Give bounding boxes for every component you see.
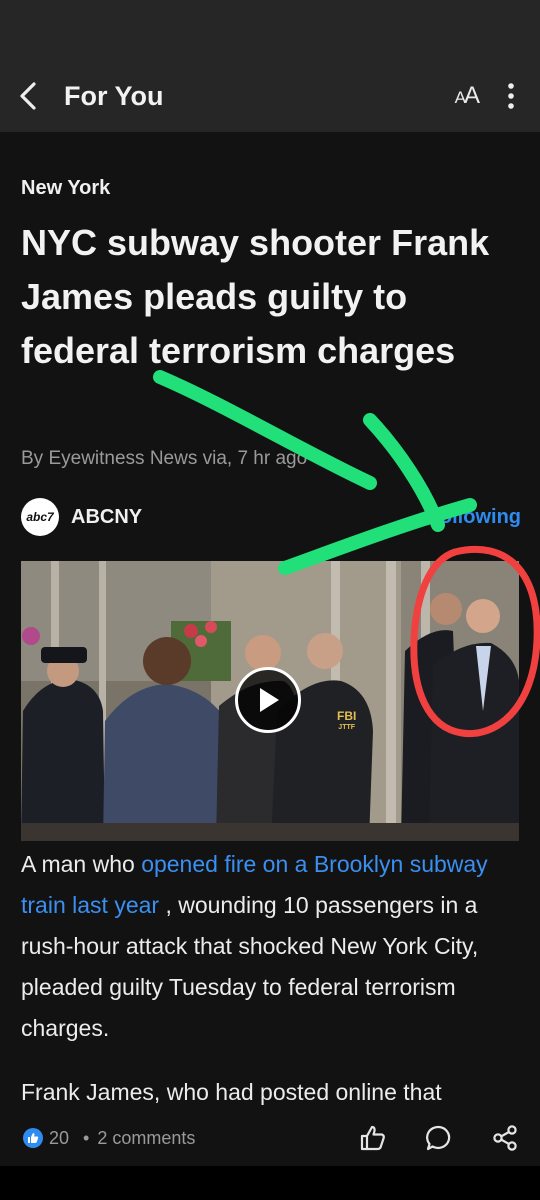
system-navigation-bar [0, 1166, 540, 1200]
thumbs-up-outline-icon [360, 1125, 385, 1151]
article-video-thumbnail[interactable]: FBI JTTF [21, 561, 519, 841]
fbi-badge-text: FBI [337, 709, 357, 723]
more-options-button[interactable] [496, 76, 526, 116]
source-row: abc7 ABCNY Following [21, 498, 521, 536]
share-outline-icon [493, 1125, 517, 1151]
like-button[interactable] [355, 1118, 391, 1158]
text-size-button[interactable]: AA [454, 82, 480, 110]
bottom-action-bar: 20 • 2 comments [0, 1110, 540, 1166]
article-content[interactable]: New York NYC subway shooter Frank James … [0, 132, 540, 1110]
comments-link[interactable]: 2 comments [97, 1128, 195, 1149]
play-icon [260, 688, 279, 712]
text-size-large-glyph: A [463, 82, 480, 109]
status-bar [0, 0, 540, 60]
article-paragraph-2: Frank James, who had posted online that [21, 1079, 442, 1105]
comment-button[interactable] [421, 1118, 457, 1158]
comment-bubble-icon [426, 1125, 451, 1151]
article-byline: By Eyewitness News via, 7 hr ago [21, 448, 308, 469]
fbi-badge-sub: JTTF [338, 724, 356, 731]
page-title: For You [64, 80, 164, 111]
article-category[interactable]: New York [21, 177, 110, 200]
like-count-badge [23, 1128, 43, 1148]
like-count: 20 [49, 1127, 70, 1148]
more-vertical-icon [508, 83, 514, 109]
thumbs-up-icon [28, 1133, 39, 1143]
chevron-left-icon [20, 82, 36, 110]
play-button[interactable] [235, 667, 301, 733]
text-size-small-glyph: A [454, 88, 466, 107]
app-bar: For You AA [0, 60, 540, 132]
share-button[interactable] [487, 1118, 523, 1158]
article-paragraph-1: A man who opened fire on a Brooklyn subw… [21, 844, 521, 1049]
source-logo[interactable]: abc7 [21, 498, 59, 536]
paragraph-text: A man who [21, 851, 142, 877]
source-name[interactable]: ABCNY [71, 506, 142, 529]
separator-dot: • [83, 1127, 90, 1148]
fbi-jacket-badge: FBI JTTF [337, 709, 357, 733]
back-button[interactable] [2, 60, 54, 132]
following-button[interactable]: Following [428, 506, 521, 529]
article-headline: NYC subway shooter Frank James pleads gu… [21, 222, 490, 371]
